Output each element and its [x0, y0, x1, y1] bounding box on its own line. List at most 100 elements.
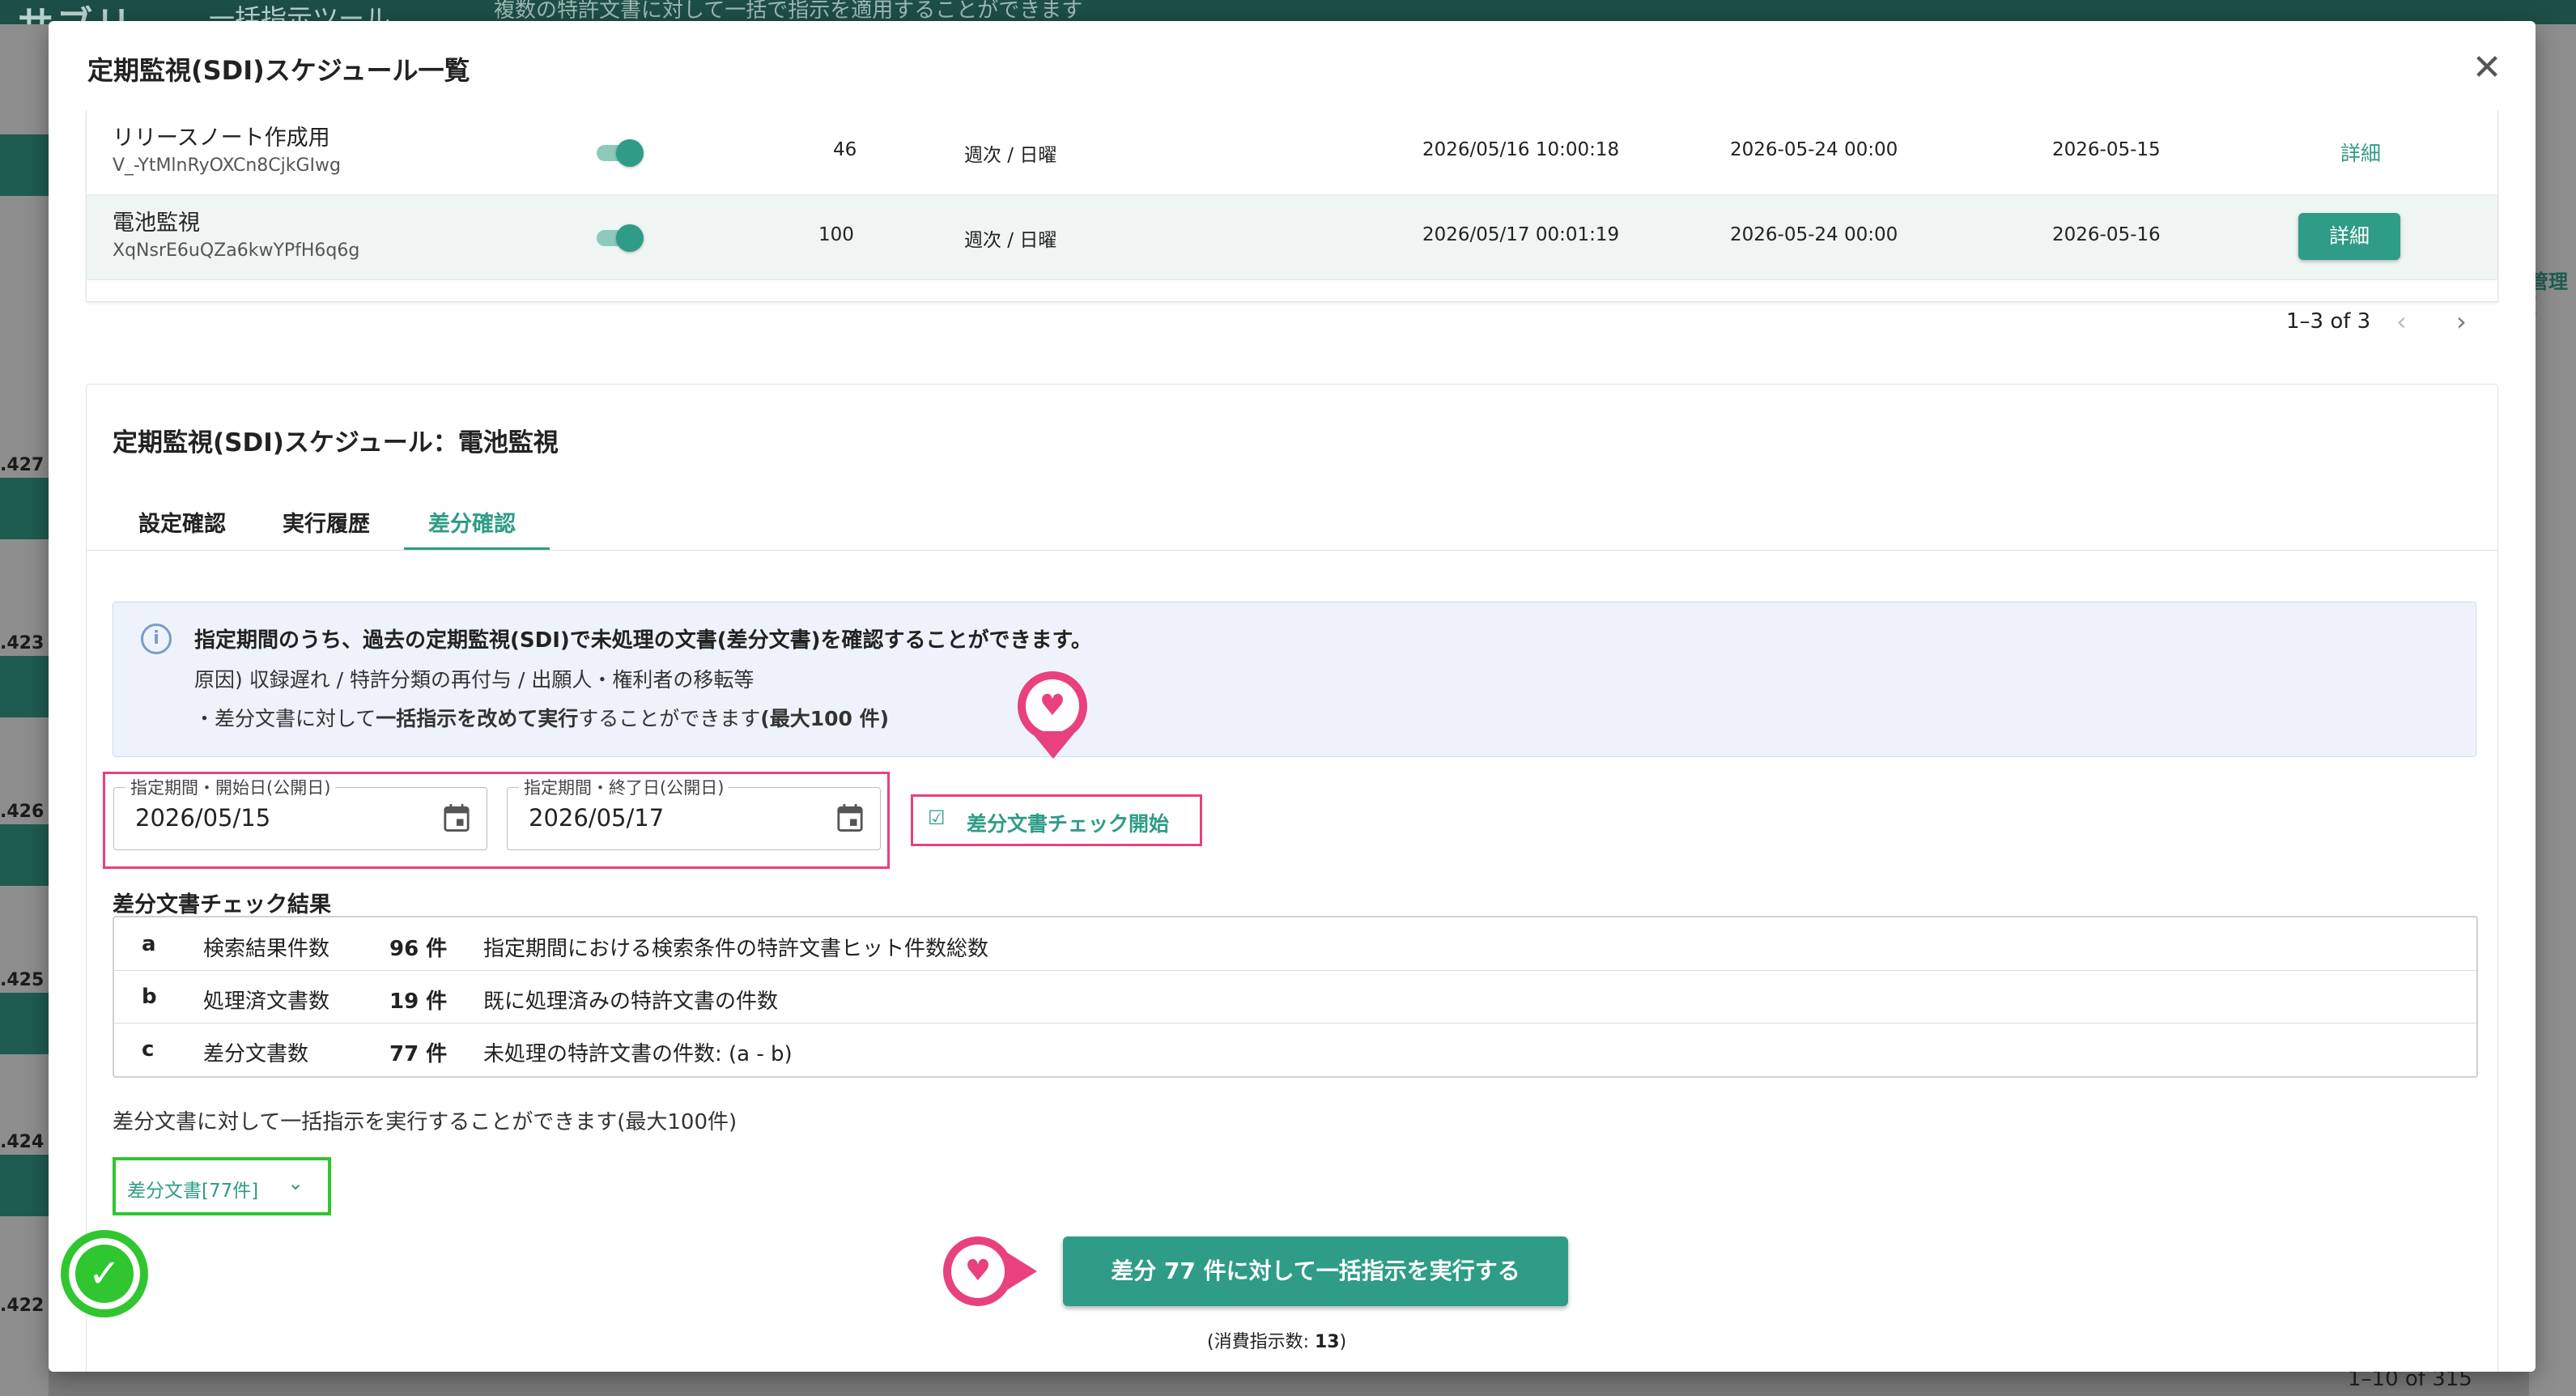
info-text: ・差分文書に対して [194, 707, 376, 730]
schedule-id: V_-YtMlnRyOXCn8CjkGIwg [113, 155, 341, 176]
check-pin-icon: ✓ [61, 1230, 148, 1317]
background-row-number: .426 [0, 802, 45, 822]
schedule-end-date: 2026-05-15 [2052, 139, 2161, 160]
schedule-frequency: 週次 / 日曜 [964, 230, 1057, 251]
tab-settings[interactable]: 設定確認 [138, 506, 226, 538]
info-text: することができます [578, 707, 761, 730]
close-button[interactable]: ✕ [2468, 49, 2506, 87]
heart-pin-icon: ♥ [943, 1236, 1013, 1306]
diff-check-label: 差分文書チェック開始 [967, 812, 1170, 836]
background-row-number: .423 [0, 633, 45, 653]
checklist-icon: ☑ [928, 807, 946, 829]
schedule-enabled-toggle[interactable] [593, 136, 644, 168]
chevron-right-icon[interactable]: › [2456, 306, 2467, 337]
bulk-execute-button[interactable]: 差分 77 件に対して一括指示を実行する [1063, 1236, 1568, 1306]
result-count: 77 件 [389, 1042, 448, 1066]
diff-docs-dropdown[interactable]: 差分文書[77件] ⌄ [113, 1157, 331, 1215]
background-left-panel: .427 .423 .426 .425 .424 .422 [0, 24, 49, 1396]
end-date-field[interactable]: 指定期間・終了日(公開日) 2026/05/17 [507, 775, 881, 850]
consume-label: (消費指示数: [1207, 1332, 1315, 1352]
schedule-row[interactable]: リリースノート作成用 V_-YtMlnRyOXCn8CjkGIwg 46 週次 … [87, 110, 2497, 195]
result-label: 検索結果件数 [203, 937, 330, 961]
background-tag [0, 478, 49, 539]
background-tag [0, 1155, 49, 1216]
heart-icon: ♥ [951, 1245, 1005, 1298]
start-date-value: 2026/05/15 [135, 804, 271, 832]
schedule-id: XqNsrE6uQZa6kwYPfH6q6g [113, 240, 360, 261]
background-tool-desc: 複数の特許文書に対して一括で指示を適用することができます [494, 0, 1083, 23]
result-table: a 検索結果件数 96 件 指定期間における検索条件の特許文書ヒット件数総数 b… [113, 916, 2478, 1078]
schedule-detail-panel: 定期監視(SDI)スケジュール：電池監視 設定確認 実行履歴 差分確認 i 指定… [61, 384, 2498, 1372]
calendar-icon[interactable] [836, 802, 864, 833]
result-count: 96 件 [389, 937, 448, 961]
chevron-left-icon[interactable]: ‹ [2396, 306, 2407, 337]
toggle-knob [616, 224, 644, 252]
detail-button[interactable]: 詳細 [2298, 213, 2400, 260]
result-description: 既に処理済みの特許文書の件数 [483, 990, 779, 1014]
background-tag [0, 993, 49, 1054]
info-icon: i [141, 624, 172, 654]
schedule-count: 46 [833, 139, 857, 160]
background-tag [0, 824, 49, 886]
info-line-2: 原因) 収録遅れ / 特許分類の再付与 / 出願人・権利者の移転等 [194, 668, 755, 692]
info-alert: i 指定期間のうち、過去の定期監視(SDI)で未処理の文書(差分文書)を確認する… [113, 602, 2476, 757]
schedule-enabled-toggle[interactable] [593, 221, 644, 253]
schedule-last-run: 2026/05/17 00:01:19 [1422, 224, 1620, 245]
start-date-label: 指定期間・開始日(公開日) [125, 775, 336, 799]
result-title: 差分文書チェック結果 [113, 892, 331, 917]
info-line-3: ・差分文書に対して一括指示を改めて実行することができます(最大100 件) [194, 703, 889, 732]
tab-history[interactable]: 実行履歴 [283, 506, 370, 538]
start-date-field[interactable]: 指定期間・開始日(公開日) 2026/05/15 [113, 775, 487, 850]
info-limit: (最大100 件) [760, 707, 890, 730]
schedule-frequency: 週次 / 日曜 [964, 145, 1057, 166]
pin-pointer-icon [1005, 1251, 1037, 1292]
pagination-range: 1–3 of 3 [2286, 309, 2371, 334]
result-label: 差分文書数 [203, 1042, 309, 1066]
result-description: 指定期間における検索条件の特許文書ヒット件数総数 [483, 937, 989, 961]
diff-docs-label: 差分文書[77件] [127, 1181, 259, 1202]
result-count: 19 件 [389, 990, 448, 1014]
background-tag [0, 134, 49, 196]
heart-icon: ♥ [1026, 679, 1079, 733]
schedule-last-run: 2026/05/16 10:00:18 [1422, 139, 1620, 160]
schedule-count: 100 [818, 224, 854, 245]
schedule-name: 電池監視 [113, 211, 200, 236]
consume-close: ) [1339, 1332, 1347, 1352]
background-row-number: .427 [0, 455, 45, 475]
tab-divider [87, 550, 2497, 551]
schedule-next-run: 2026-05-24 00:00 [1730, 139, 1898, 160]
calendar-icon[interactable] [443, 802, 470, 833]
tab-diff[interactable]: 差分確認 [428, 506, 516, 538]
end-date-label: 指定期間・終了日(公開日) [519, 775, 729, 799]
result-description: 未処理の特許文書の件数: (a - b) [483, 1042, 793, 1066]
background-tag [0, 656, 49, 717]
table-row: c 差分文書数 77 件 未処理の特許文書の件数: (a - b) [114, 1023, 2476, 1075]
background-right-label: 管理( [2529, 270, 2568, 317]
consume-count: (消費指示数: 13) [1207, 1327, 1346, 1353]
result-key: b [142, 985, 157, 1009]
schedule-modal: 定期監視(SDI)スケジュール一覧 ✕ リリースノート作成用 V_-YtMlnR… [49, 21, 2536, 1372]
result-key: c [142, 1037, 155, 1062]
schedule-end-date: 2026-05-16 [2052, 224, 2161, 245]
check-icon: ✓ [75, 1245, 134, 1303]
schedule-table: リリースノート作成用 V_-YtMlnRyOXCn8CjkGIwg 46 週次 … [86, 110, 2498, 302]
schedule-row-selected[interactable]: 電池監視 XqNsrE6uQZa6kwYPfH6q6g 100 週次 / 日曜 … [87, 195, 2497, 280]
date-range-group: 指定期間・開始日(公開日) 2026/05/15 指定期間・終了日(公開日) 2… [103, 772, 890, 869]
result-label: 処理済文書数 [203, 990, 330, 1014]
toggle-knob [616, 139, 644, 167]
table-row: a 検索結果件数 96 件 指定期間における検索条件の特許文書ヒット件数総数 [114, 917, 2476, 971]
modal-title: 定期監視(SDI)スケジュール一覧 [87, 55, 470, 86]
table-row: b 処理済文書数 19 件 既に処理済みの特許文書の件数 [114, 970, 2476, 1024]
schedule-next-run: 2026-05-24 00:00 [1730, 224, 1898, 245]
schedule-name: リリースノート作成用 [113, 126, 330, 151]
background-right-panel: 管理( [2529, 24, 2576, 1396]
background-row-number: .422 [0, 1296, 45, 1316]
background-row-number: .424 [0, 1132, 45, 1152]
info-line-1: 指定期間のうち、過去の定期監視(SDI)で未処理の文書(差分文書)を確認すること… [194, 628, 1092, 653]
detail-title: 定期監視(SDI)スケジュール：電池監視 [113, 428, 559, 458]
consume-value: 13 [1315, 1332, 1340, 1352]
result-key: a [142, 932, 156, 956]
diff-check-start-button[interactable]: ☑ 差分文書チェック開始 [911, 794, 1202, 846]
bulk-note: 差分文書に対して一括指示を実行することができます(最大100件) [113, 1110, 738, 1134]
detail-link[interactable]: 詳細 [2340, 138, 2381, 167]
